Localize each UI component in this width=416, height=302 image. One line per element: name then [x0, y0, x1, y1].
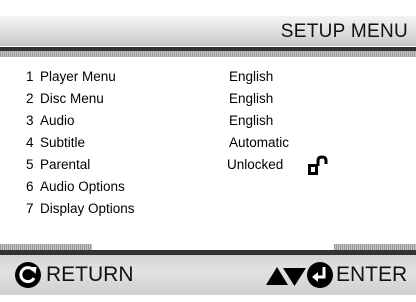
enter-label: ENTER [336, 263, 408, 286]
menu-item-number: 3 [26, 113, 34, 128]
menu-item-value: English [229, 69, 274, 84]
header-dither-stripe [0, 51, 416, 57]
unlocked-padlock-icon [308, 155, 328, 175]
menu-item-value: English [229, 113, 274, 128]
header-top-margin [0, 0, 416, 16]
menu-item-number: 5 [26, 157, 34, 172]
menu-item-value: English [229, 91, 274, 106]
setup-menu-screen: SETUP MENU 1 Player Menu English 2 Disc … [0, 0, 416, 302]
menu-item-value: Unlocked [227, 157, 284, 172]
menu-item-label: Parental [40, 157, 91, 172]
menu-item-number: 7 [26, 201, 34, 216]
return-label: RETURN [46, 263, 134, 286]
menu-item-label: Player Menu [40, 69, 116, 84]
menu-item-number: 4 [26, 135, 34, 150]
menu-item-value: Automatic [229, 135, 290, 150]
footer-bottom-margin [0, 295, 416, 302]
menu-item-audio[interactable]: 3 Audio English [0, 110, 416, 132]
enter-button[interactable]: ENTER [306, 258, 416, 292]
menu-item-label: Disc Menu [40, 91, 104, 106]
menu-item-player-menu[interactable]: 1 Player Menu English [0, 66, 416, 88]
return-button[interactable]: RETURN [14, 258, 164, 292]
menu-item-label: Audio [40, 113, 75, 128]
menu-item-number: 2 [26, 91, 34, 106]
page-title: SETUP MENU [280, 21, 408, 42]
menu-item-label: Audio Options [40, 179, 125, 194]
enter-arrow-icon [307, 262, 333, 288]
menu-item-display-options[interactable]: 7 Display Options [0, 198, 416, 220]
menu-item-audio-options[interactable]: 6 Audio Options [0, 176, 416, 198]
menu-item-disc-menu[interactable]: 2 Disc Menu English [0, 88, 416, 110]
menu-item-parental[interactable]: 5 Parental Unlocked [0, 154, 416, 176]
return-circular-arrow-icon [15, 262, 41, 288]
up-down-arrows-icon[interactable] [266, 265, 306, 287]
menu-item-label: Subtitle [40, 135, 86, 150]
menu-item-label: Display Options [40, 201, 135, 216]
menu-item-number: 6 [26, 179, 34, 194]
menu-item-number: 1 [26, 69, 34, 84]
menu-item-subtitle[interactable]: 4 Subtitle Automatic [0, 132, 416, 154]
